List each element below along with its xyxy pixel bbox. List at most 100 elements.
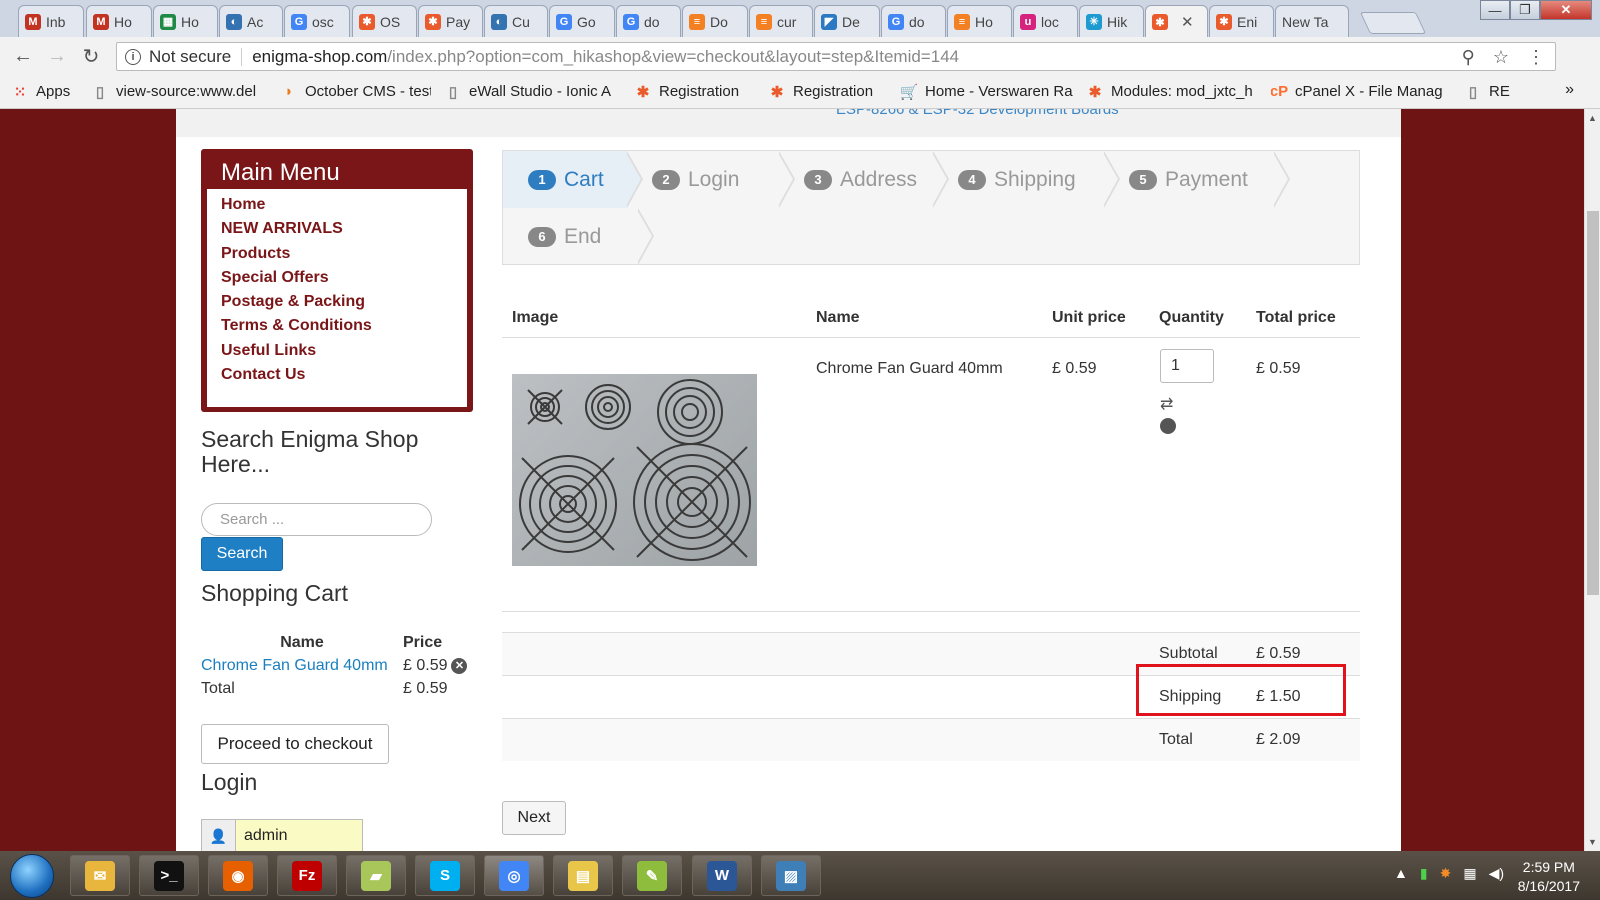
taskbar-firefox-button[interactable]: ◉ <box>208 855 268 896</box>
quantity-input[interactable]: 1 <box>1160 349 1214 383</box>
tray-arrow-icon[interactable]: ▲ <box>1394 865 1408 882</box>
bookmark-modules-mod-jxtc-h[interactable]: ✱ Modules: mod_jxtc_h <box>1087 83 1257 100</box>
browser-tab[interactable]: New Ta <box>1275 5 1349 37</box>
fan-guards-photo <box>512 374 757 566</box>
forward-button[interactable]: → <box>40 45 74 68</box>
browser-tab[interactable]: Gdo <box>881 5 946 37</box>
google-icon: G <box>623 13 639 30</box>
bookmark-registration[interactable]: ✱ Registration <box>769 83 887 100</box>
taskbar-skype-button[interactable]: S <box>415 855 475 896</box>
taskbar-outlook-button[interactable]: ✉ <box>70 855 130 896</box>
scroll-up-icon[interactable]: ▲ <box>1588 113 1597 123</box>
bookmarks-more-icon[interactable]: » <box>1565 81 1574 99</box>
menu-item-useful-links[interactable]: Useful Links <box>221 339 467 363</box>
browser-tab[interactable]: ≡ cur <box>749 5 813 37</box>
browser-tab[interactable]: ✳ Hik <box>1079 5 1144 37</box>
menu-item-contact-us[interactable]: Contact Us <box>221 363 467 387</box>
taskbar-photos-button[interactable]: ▨ <box>761 855 821 896</box>
menu-item-special-offers[interactable]: Special Offers <box>221 266 467 290</box>
browser-tab[interactable]: ≡ Ho <box>947 5 1012 37</box>
bookmark-apps[interactable]: ⁙ Apps <box>12 83 78 100</box>
back-button[interactable]: ← <box>6 45 40 68</box>
asterisk-icon: ✳ <box>1086 13 1102 30</box>
taskbar-notes-button[interactable]: ▰ <box>346 855 406 896</box>
info-icon[interactable]: i <box>125 48 141 65</box>
step-shipping[interactable]: 4 Shipping <box>933 151 1104 208</box>
step-payment[interactable]: 5 Payment <box>1104 151 1274 208</box>
menu-item-home[interactable]: Home <box>221 193 467 217</box>
menu-item-postage-and-packing[interactable]: Postage & Packing <box>221 290 467 314</box>
joomla-icon: ✱ <box>770 83 784 101</box>
new-tab-button[interactable] <box>1359 12 1427 34</box>
product-name-link[interactable]: Chrome Fan Guard 40mm <box>816 360 1003 378</box>
taskbar-chrome-button[interactable]: ◎ <box>484 855 544 896</box>
browser-tab[interactable]: ✱ Pay <box>418 5 483 37</box>
top-category-link[interactable]: ESP-8266 & ESP-32 Development Boards <box>836 109 1119 118</box>
window-maximize-button[interactable]: ❐ <box>1510 0 1540 20</box>
browser-tab[interactable]: ≡ Do <box>682 5 748 37</box>
bookmark-ewall-studio-ionic-a[interactable]: ▯ eWall Studio - Ionic A <box>445 83 621 100</box>
bookmark-label: view-source:www.del <box>116 83 257 100</box>
username-field[interactable]: 👤 admin <box>201 819 363 851</box>
product-image[interactable] <box>512 349 757 594</box>
menu-item-new-arrivals[interactable]: NEW ARRIVALS <box>221 217 467 241</box>
browser-tab[interactable]: ◐ Cu <box>484 5 548 37</box>
window-minimize-button[interactable]: — <box>1480 0 1510 20</box>
taskbar-word-button[interactable]: W <box>692 855 752 896</box>
next-button[interactable]: Next <box>502 801 566 835</box>
taskbar-notepadpp-button[interactable]: ✎ <box>622 855 682 896</box>
browser-tab[interactable]: Gdo <box>616 5 681 37</box>
search-input[interactable]: Search ... <box>201 503 432 536</box>
reload-button[interactable]: ↻ <box>74 44 108 69</box>
paint-brush-icon[interactable]: ⚲ <box>1462 47 1475 68</box>
page-scrollbar[interactable]: ▲ ▼ <box>1584 109 1600 851</box>
scrollbar-thumb[interactable] <box>1587 211 1599 595</box>
menu-item-products[interactable]: Products <box>221 242 467 266</box>
step-address[interactable]: 3 Address <box>779 151 933 208</box>
clock[interactable]: 2:59 PM 8/16/2017 <box>1518 858 1580 896</box>
address-bar[interactable]: i Not secure enigma-shop.com /index.php?… <box>116 42 1556 71</box>
volume-icon[interactable]: ◀) <box>1489 865 1504 882</box>
username-value[interactable]: admin <box>236 820 362 851</box>
browser-tab[interactable]: ▦ Ho <box>153 5 218 37</box>
browser-tab[interactable]: ✱ Eni <box>1209 5 1274 37</box>
bookmark-cpanel-x-file-manag[interactable]: cP cPanel X - File Manag <box>1271 83 1451 100</box>
taskbar-filezilla-button[interactable]: Fz <box>277 855 337 896</box>
browser-tab[interactable]: M Ho <box>86 5 152 37</box>
proceed-to-checkout-button[interactable]: Proceed to checkout <box>201 724 389 764</box>
browser-tab[interactable]: Gosc <box>284 5 350 37</box>
avast-icon[interactable]: ✸ <box>1440 865 1452 882</box>
tab-close-icon[interactable]: ✕ <box>1181 13 1194 31</box>
taskbar-explorer-button[interactable]: ▤ <box>553 855 613 896</box>
start-button[interactable] <box>10 854 54 898</box>
browser-tab[interactable]: ✱ ✕ <box>1145 5 1208 37</box>
browser-tab[interactable]: u loc <box>1013 5 1078 37</box>
remove-item-icon[interactable]: ✕ <box>451 657 468 674</box>
bookmark-october-cms-test[interactable]: ◗ October CMS - test <box>281 83 431 100</box>
bookmark-registration[interactable]: ✱ Registration <box>635 83 755 100</box>
step-cart[interactable]: 1 Cart <box>503 151 627 208</box>
step-login[interactable]: 2 Login <box>627 151 779 208</box>
remove-product-icon[interactable]: ✕ <box>1160 418 1176 435</box>
browser-tab[interactable]: ✱ OS <box>352 5 417 37</box>
search-button[interactable]: Search <box>201 537 283 571</box>
mini-cart-item-name[interactable]: Chrome Fan Guard 40mm <box>201 657 403 675</box>
scroll-down-icon[interactable]: ▼ <box>1588 837 1597 847</box>
bookmark-view-source-www-del[interactable]: ▯ view-source:www.del <box>92 83 267 100</box>
browser-tab[interactable]: ◐ Ac <box>219 5 283 37</box>
step-end[interactable]: 6 End <box>503 208 638 265</box>
window-close-button[interactable]: ✕ <box>1540 0 1592 20</box>
menu-icon[interactable]: ⋮ <box>1527 47 1545 68</box>
browser-tab[interactable]: G Go <box>549 5 615 37</box>
bookmark-star-icon[interactable]: ☆ <box>1493 47 1509 68</box>
browser-tab[interactable]: ◤ De <box>814 5 880 37</box>
google-icon: G <box>888 13 904 30</box>
battery-icon[interactable]: ▮ <box>1420 865 1428 882</box>
browser-tab[interactable]: M Inb <box>18 5 84 37</box>
refresh-quantity-icon[interactable]: ⇄ <box>1160 394 1173 414</box>
menu-item-terms-and-conditions[interactable]: Terms & Conditions <box>221 314 467 338</box>
taskbar-cmd-button[interactable]: >_ <box>139 855 199 896</box>
bookmark-re[interactable]: ▯ RE <box>1465 83 1525 100</box>
bookmark-home-verswaren-ra[interactable]: 🛒 Home - Verswaren Ra <box>901 83 1073 100</box>
network-icon[interactable]: ▦ <box>1463 865 1476 882</box>
